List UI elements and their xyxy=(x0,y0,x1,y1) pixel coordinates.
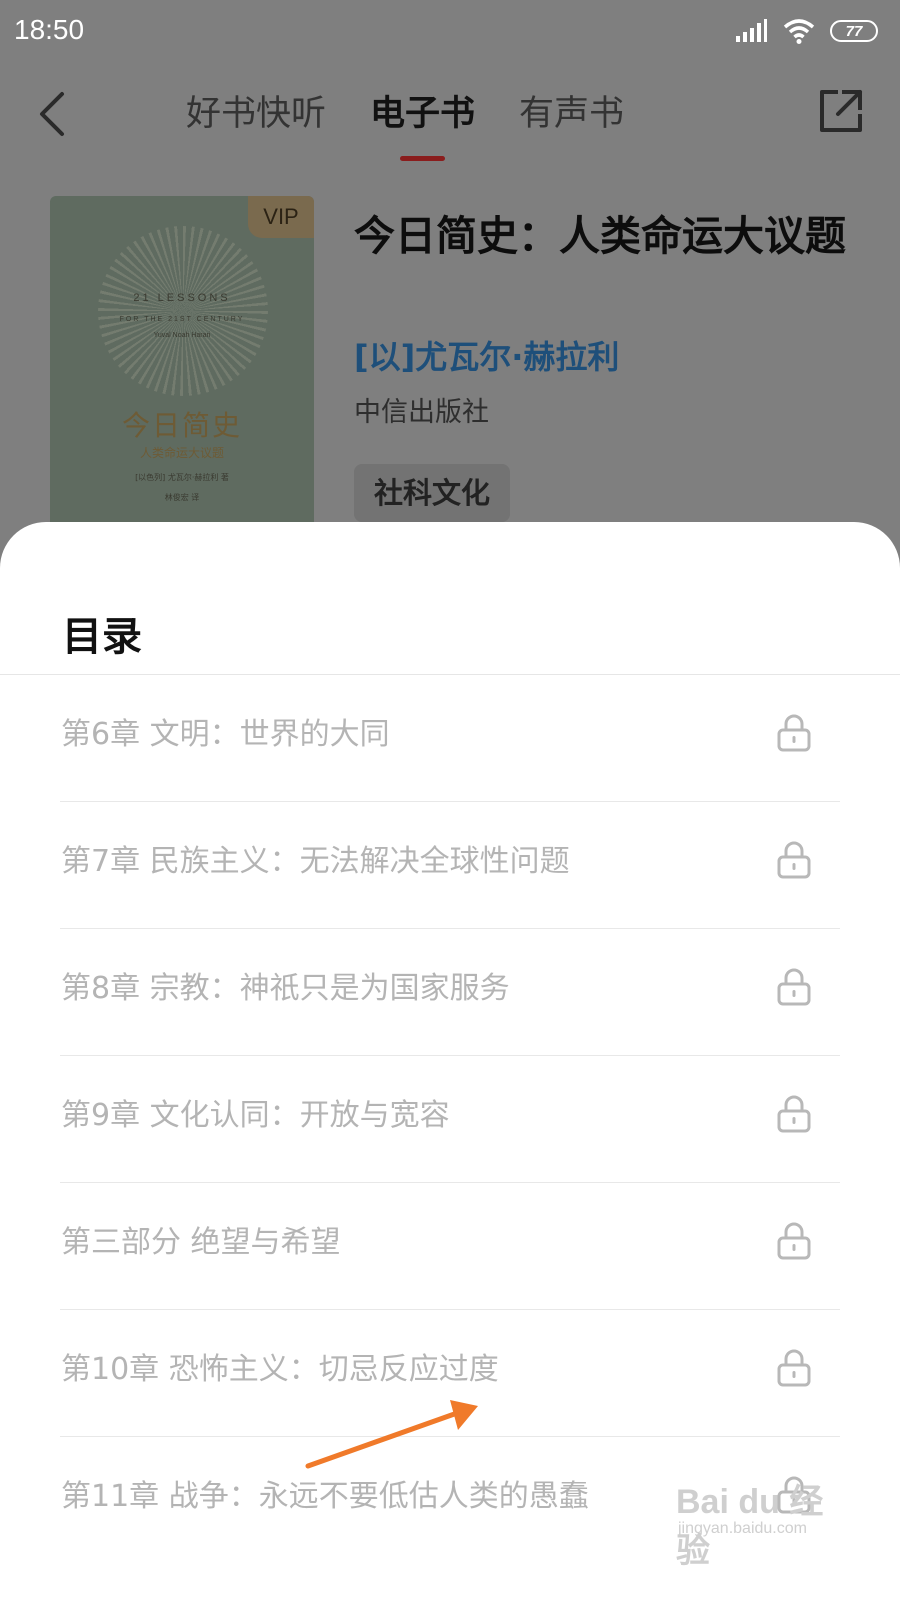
active-tab-indicator xyxy=(400,156,446,161)
lock-icon xyxy=(777,841,811,879)
top-nav: 好书快听 电子书 有声书 xyxy=(0,72,900,168)
toc-item-label: 第11章 战争：永远不要低估人类的愚蠢 xyxy=(61,1479,589,1514)
book-publisher: 中信出版社 xyxy=(354,397,489,428)
back-button[interactable] xyxy=(30,86,74,142)
toc-item-label: 第8章 宗教：神祇只是为国家服务 xyxy=(61,971,510,1006)
toc-item[interactable]: 第三部分 绝望与希望 xyxy=(0,1183,900,1310)
toc-item-label: 第三部分 绝望与希望 xyxy=(61,1225,341,1260)
tab-label: 电子书 xyxy=(370,94,476,134)
cover-chinese-subtitle: 人类命运大议题 xyxy=(139,446,224,460)
toc-item[interactable]: 第6章 文明：世界的大同 xyxy=(0,675,900,802)
tab-label: 好书快听 xyxy=(186,94,327,134)
wifi-icon xyxy=(783,19,815,44)
tab-audiobook-summary[interactable]: 好书快听 xyxy=(186,90,326,138)
cover-chinese-title: 今日简史 xyxy=(121,409,242,442)
category-tag[interactable]: 社科文化 xyxy=(354,464,511,522)
toc-item[interactable]: 第8章 宗教：神祇只是为国家服务 xyxy=(0,929,900,1056)
toc-item-label: 第10章 恐怖主义：切忌反应过度 xyxy=(61,1352,499,1387)
toc-item[interactable]: 第9章 文化认同：开放与宽容 xyxy=(0,1056,900,1183)
status-time: 18:50 xyxy=(14,14,85,45)
lock-icon xyxy=(777,1349,811,1387)
book-title: 今日简史：人类命运大议题 xyxy=(354,212,846,260)
battery-level: 77 xyxy=(845,22,863,40)
baidu-watermark: Bai du 经验 jingyan.baidu.com xyxy=(676,1474,856,1570)
tab-ebook[interactable]: 电子书 xyxy=(370,90,476,161)
status-bar: 18:50 77 xyxy=(0,0,900,64)
annotation-arrow-icon xyxy=(305,1400,478,1469)
book-cover[interactable]: 21 LESSONS FOR THE 21ST CENTURY Yuval No… xyxy=(50,196,314,536)
tab-label: 有声书 xyxy=(519,94,625,134)
toc-title: 目录 xyxy=(62,614,142,660)
cover-english-author: Yuval Noah Harari xyxy=(153,332,211,339)
tab-bar: 好书快听 电子书 有声书 xyxy=(186,90,668,161)
status-icons: 77 xyxy=(734,14,878,48)
lock-icon xyxy=(777,1222,811,1260)
signal-icon xyxy=(736,19,767,42)
toc-item-label: 第9章 文化认同：开放与宽容 xyxy=(61,1098,450,1133)
share-icon xyxy=(820,90,862,132)
cover-author-line: [以色列] 尤瓦尔·赫拉利 著 xyxy=(135,473,229,482)
toc-item[interactable]: 第7章 民族主义：无法解决全球性问题 xyxy=(0,802,900,929)
toc-item-label: 第6章 文明：世界的大同 xyxy=(61,717,390,752)
book-info: 21 LESSONS FOR THE 21ST CENTURY Yuval No… xyxy=(0,196,900,536)
battery-icon: 77 xyxy=(830,20,878,42)
chevron-left-icon xyxy=(40,92,64,136)
cover-english-subtitle: FOR THE 21ST CENTURY xyxy=(119,316,245,323)
watermark-url: jingyan.baidu.com xyxy=(678,1520,807,1537)
cover-translator-line: 林俊宏 译 xyxy=(164,493,200,502)
lock-icon xyxy=(777,1095,811,1133)
cover-english-title: 21 LESSONS xyxy=(133,292,231,304)
lock-icon xyxy=(777,968,811,1006)
tab-audiobook[interactable]: 有声书 xyxy=(519,90,624,138)
cover-decoration xyxy=(98,226,268,396)
lock-icon xyxy=(777,714,811,752)
vip-badge: VIP xyxy=(248,196,314,238)
book-author-link[interactable]: [以]尤瓦尔·赫拉利 xyxy=(354,332,619,378)
toc-item-label: 第7章 民族主义：无法解决全球性问题 xyxy=(61,844,570,879)
share-button[interactable] xyxy=(816,86,866,136)
